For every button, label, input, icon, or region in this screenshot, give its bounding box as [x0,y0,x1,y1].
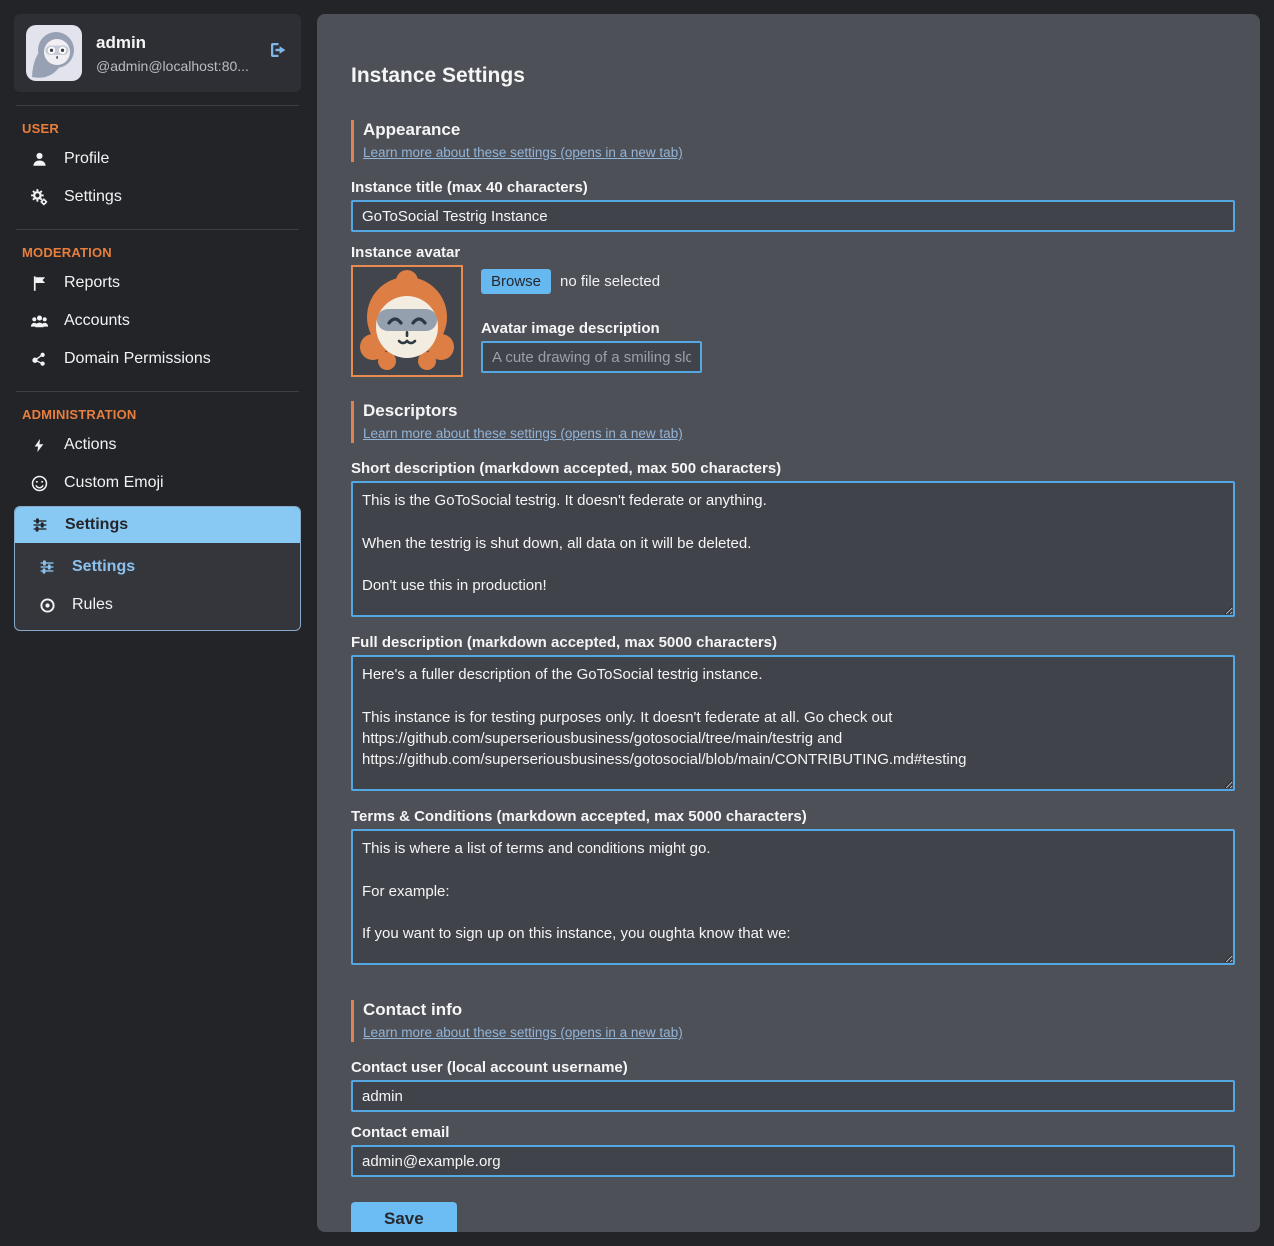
instance-title-field: Instance title (max 40 characters) [351,179,1235,232]
sloth-avatar-icon [26,25,82,81]
full-description-label: Full description (markdown accepted, max… [351,634,1235,651]
divider [16,105,299,106]
sidebar-item-settings-selected[interactable]: Settings [15,507,300,543]
appearance-section-header: Appearance Learn more about these settin… [351,120,1235,162]
avatar-description-input[interactable] [481,341,702,373]
sidebar-item-accounts[interactable]: Accounts [14,302,301,340]
sliders-icon [30,517,50,533]
contact-email-input[interactable] [351,1145,1235,1177]
short-description-label: Short description (markdown accepted, ma… [351,460,1235,477]
sidebar-section-administration: ADMINISTRATION [22,407,301,422]
sidebar-subitem-settings[interactable]: Settings [23,548,300,586]
sidebar-item-custom-emoji[interactable]: Custom Emoji [14,464,301,502]
short-description-textarea[interactable] [351,481,1235,617]
user-avatar [26,25,82,81]
appearance-learn-more-link[interactable]: Learn more about these settings (opens i… [363,145,683,160]
user-name: admin [96,33,249,53]
contact-section-header: Contact info Learn more about these sett… [351,1000,1235,1042]
contact-heading: Contact info [363,1000,1235,1020]
full-description-field: Full description (markdown accepted, max… [351,634,1235,796]
contact-user-field: Contact user (local account username) [351,1059,1235,1112]
users-icon [29,313,49,330]
divider [16,391,299,392]
sidebar-item-label: Domain Permissions [64,350,211,368]
sidebar-item-label: Reports [64,274,120,292]
smile-icon [29,475,49,492]
sidebar-section-user: USER [22,121,301,136]
sliders-icon [37,559,57,575]
save-button[interactable]: Save [351,1202,457,1232]
user-meta: admin @admin@localhost:80... [96,33,249,74]
terms-label: Terms & Conditions (markdown accepted, m… [351,808,1235,825]
settings-nav-block: Settings Settings [14,506,301,631]
settings-subnav: Settings Rules [15,543,300,630]
sidebar-item-label: Actions [64,436,116,454]
contact-email-label: Contact email [351,1124,1235,1141]
sidebar-item-user-settings[interactable]: Settings [14,178,301,216]
contact-learn-more-link[interactable]: Learn more about these settings (opens i… [363,1025,683,1040]
instance-title-label: Instance title (max 40 characters) [351,179,1235,196]
sidebar-item-label: Rules [72,596,113,614]
circle-dot-icon [37,597,57,614]
share-nodes-icon [29,351,49,367]
sidebar-item-profile[interactable]: Profile [14,140,301,178]
sidebar: admin @admin@localhost:80... USER Profil… [14,14,301,1232]
sidebar-item-domain-permissions[interactable]: Domain Permissions [14,340,301,378]
terms-field: Terms & Conditions (markdown accepted, m… [351,808,1235,970]
instance-avatar-label: Instance avatar [351,244,1235,261]
sidebar-item-reports[interactable]: Reports [14,264,301,302]
page-title: Instance Settings [351,64,1235,88]
sidebar-item-label: Settings [64,188,122,206]
instance-avatar-field: Instance avatar [351,244,1235,377]
sign-out-icon[interactable] [267,40,289,65]
descriptors-learn-more-link[interactable]: Learn more about these settings (opens i… [363,426,683,441]
divider [16,229,299,230]
avatar-controls: Browse no file selected Avatar image des… [481,265,702,377]
contact-email-field: Contact email [351,1124,1235,1177]
terms-textarea[interactable] [351,829,1235,965]
cogs-icon [29,188,49,206]
instance-title-input[interactable] [351,200,1235,232]
avatar-description-label: Avatar image description [481,320,702,337]
appearance-heading: Appearance [363,120,1235,140]
sidebar-subitem-rules[interactable]: Rules [23,586,300,624]
sidebar-item-label: Settings [65,516,128,534]
user-icon [29,151,49,168]
bolt-icon [29,437,49,454]
user-card: admin @admin@localhost:80... [14,14,301,92]
sidebar-section-moderation: MODERATION [22,245,301,260]
instance-settings-panel: Instance Settings Appearance Learn more … [317,14,1260,1232]
flag-icon [29,275,49,292]
descriptors-section-header: Descriptors Learn more about these setti… [351,401,1235,443]
contact-user-label: Contact user (local account username) [351,1059,1235,1076]
user-handle: @admin@localhost:80... [96,58,249,74]
contact-user-input[interactable] [351,1080,1235,1112]
full-description-textarea[interactable] [351,655,1235,791]
short-description-field: Short description (markdown accepted, ma… [351,460,1235,622]
sloth-instance-avatar-icon [353,267,461,375]
sidebar-item-label: Settings [72,558,135,576]
sidebar-item-label: Profile [64,150,109,168]
instance-avatar-image [351,265,463,377]
no-file-selected-text: no file selected [560,273,660,290]
browse-button[interactable]: Browse [481,269,551,294]
sidebar-item-label: Accounts [64,312,130,330]
sidebar-item-label: Custom Emoji [64,474,164,492]
sidebar-item-actions[interactable]: Actions [14,426,301,464]
descriptors-heading: Descriptors [363,401,1235,421]
